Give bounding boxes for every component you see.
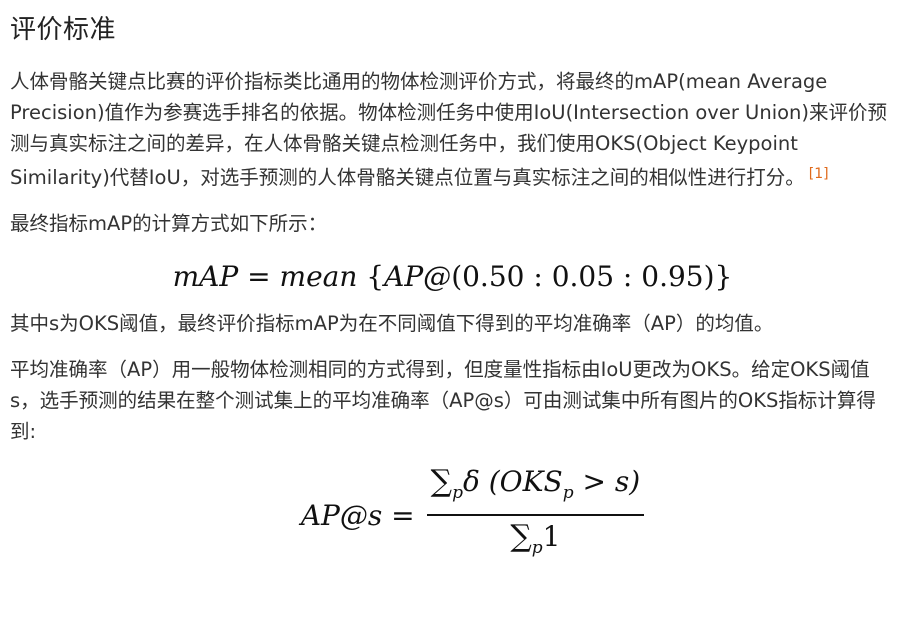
formula2-lhs: AP@s =	[301, 499, 415, 532]
formula2-lhs-text: AP@s	[300, 498, 383, 532]
intro-paragraph: 人体骨骼关键点比赛的评价指标类比通用的物体检测评价方式，将最终的mAP(mean…	[10, 66, 895, 193]
formula2-denominator: ∑p1	[506, 518, 564, 567]
map-formula: mAP = mean {AP@(0.50 : 0.05 : 0.95)}	[10, 257, 895, 297]
ap-formula: AP@s = ∑pδ (OKSp > s) ∑p1	[10, 463, 895, 567]
sum-symbol-den: ∑	[510, 518, 532, 554]
reference-link[interactable]: [1]	[809, 166, 829, 182]
formula-lhs: mAP	[172, 260, 239, 293]
formula-func: mean	[279, 260, 358, 293]
section-heading: 评价标准	[10, 15, 117, 45]
formula-equals: =	[247, 260, 271, 293]
formula2-equals: =	[391, 498, 415, 532]
formula2-fraction: ∑pδ (OKSp > s) ∑p1	[426, 463, 645, 567]
sum-symbol: ∑	[430, 464, 453, 500]
delta-symbol: δ	[462, 465, 480, 499]
formula-inner: AP@	[384, 260, 452, 293]
sum-subscript-den: p	[531, 537, 543, 558]
map-intro-paragraph: 最终指标mAP的计算方式如下所示：	[10, 212, 328, 235]
formula2-numerator: ∑pδ (OKSp > s)	[427, 463, 645, 512]
denominator-one: 1	[542, 519, 561, 553]
numerator-args: (OKS	[488, 465, 563, 499]
numerator-tail: > s)	[573, 465, 641, 499]
ap-paragraph: 平均准确率（AP）用一般物体检测相同的方式得到，但度量性指标由IoU更改为OKS…	[10, 358, 876, 443]
formula-close-brace: }	[714, 260, 733, 293]
oks-subscript: p	[562, 483, 574, 504]
threshold-paragraph: 其中s为OKS阈值，最终评价指标mAP为在不同阈值下得到的平均准确率（AP）的均…	[10, 312, 774, 335]
fraction-bar	[426, 514, 645, 516]
intro-text: 人体骨骼关键点比赛的评价指标类比通用的物体检测评价方式，将最终的mAP(mean…	[10, 70, 888, 189]
formula-args: (0.50 : 0.05 : 0.95)	[451, 260, 715, 293]
formula-open-brace: {	[366, 260, 385, 293]
document-page: 评价标准 人体骨骼关键点比赛的评价指标类比通用的物体检测评价方式，将最终的mAP…	[10, 0, 895, 565]
sum-subscript: p	[452, 483, 463, 504]
